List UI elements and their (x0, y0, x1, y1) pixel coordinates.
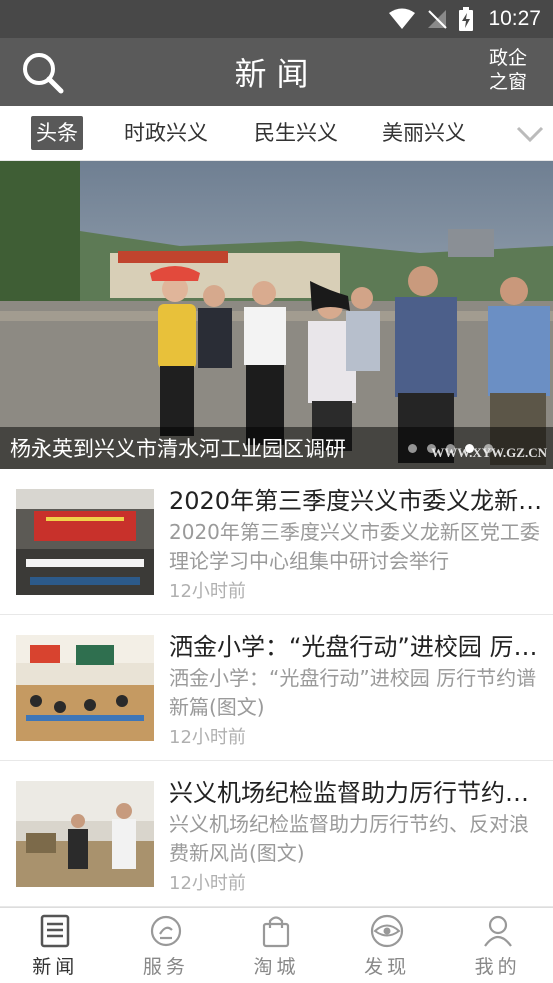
wifi-icon (388, 8, 416, 30)
battery-charging-icon (458, 7, 474, 31)
news-item[interactable]: 2020年第三季度兴义市委义龙新区党工委理论学习中心组集中研讨会举行 2020年… (0, 469, 553, 615)
news-headline: 兴义机场纪检监督助力厉行节约、反对浪费新风尚(图文) (169, 779, 543, 807)
gov-portal-label-line2: 之窗 (488, 71, 527, 93)
gov-portal-label-line1: 政企 (488, 47, 527, 69)
nav-service-label: 服务 (142, 956, 189, 978)
news-item[interactable]: 洒金小学：“光盘行动”进校园 厉行节约谱新篇(图文) 洒金小学：“光盘行动”进校… (0, 615, 553, 761)
tab-livelihood[interactable]: 民生兴义 (249, 116, 343, 150)
nav-profile-label: 我的 (474, 956, 521, 978)
news-summary: 洒金小学：“光盘行动”进校园 厉行节约谱新篇(图文) (169, 666, 537, 719)
news-summary: 兴义机场纪检监督助力厉行节约、反对浪费新风尚(图文) (169, 812, 529, 865)
nav-news[interactable]: 新闻 (0, 908, 111, 983)
news-headline: 洒金小学：“光盘行动”进校园 厉行节约谱新篇(图文) (169, 633, 543, 661)
page-title: 新闻 (234, 55, 319, 93)
category-tabs: 头条 时政兴义 民生兴义 美丽兴义 (0, 106, 553, 161)
nav-service[interactable]: 服务 (111, 908, 222, 983)
news-thumbnail (16, 489, 154, 595)
news-list: 2020年第三季度兴义市委义龙新区党工委理论学习中心组集中研讨会举行 2020年… (0, 469, 553, 907)
news-time: 12小时前 (169, 873, 246, 894)
news-thumbnail (16, 635, 154, 741)
more-tabs-button[interactable] (515, 120, 545, 146)
eye-icon (370, 914, 404, 948)
tab-beautiful[interactable]: 美丽兴义 (377, 116, 471, 150)
banner-carousel[interactable]: 杨永英到兴义市清水河工业园区调研 WWW.XYW.GZ.CN (0, 161, 553, 469)
chevron-down-icon (516, 126, 544, 143)
nav-shop-label: 淘城 (253, 956, 300, 978)
banner-image (0, 161, 553, 469)
nav-shop[interactable]: 淘城 (221, 908, 332, 983)
user-icon (483, 915, 512, 947)
no-signal-icon (426, 8, 448, 30)
nav-news-label: 新闻 (32, 956, 79, 978)
news-item[interactable]: 兴义机场纪检监督助力厉行节约、反对浪费新风尚(图文) 兴义机场纪检监督助力厉行节… (0, 761, 553, 907)
nav-discover-label: 发现 (364, 956, 411, 978)
tab-politics[interactable]: 时政兴义 (119, 116, 213, 150)
carousel-dot (408, 444, 417, 453)
news-summary: 2020年第三季度兴义市委义龙新区党工委理论学习中心组集中研讨会举行 (169, 520, 540, 573)
bottom-nav: 新闻 服务 淘城 发现 我的 (0, 907, 553, 983)
app-header: 新闻 政企 之窗 (0, 38, 553, 106)
news-thumbnail (16, 781, 154, 887)
status-bar: 10:27 (0, 0, 553, 38)
site-watermark: WWW.XYW.GZ.CN (431, 445, 547, 460)
tab-headlines[interactable]: 头条 (31, 116, 83, 150)
gov-portal-button[interactable]: 政企 之窗 (487, 46, 529, 94)
news-time: 12小时前 (169, 581, 246, 602)
news-headline: 2020年第三季度兴义市委义龙新区党工委理论学习中心组集中研讨会举行 (169, 487, 543, 515)
nav-profile[interactable]: 我的 (442, 908, 553, 983)
service-icon (150, 915, 181, 947)
newspaper-icon (41, 914, 70, 948)
shopping-bag-icon (263, 916, 290, 948)
banner-caption[interactable]: 杨永英到兴义市清水河工业园区调研 (10, 433, 346, 463)
status-time: 10:27 (488, 7, 541, 30)
nav-discover[interactable]: 发现 (332, 908, 443, 983)
news-time: 12小时前 (169, 727, 246, 748)
